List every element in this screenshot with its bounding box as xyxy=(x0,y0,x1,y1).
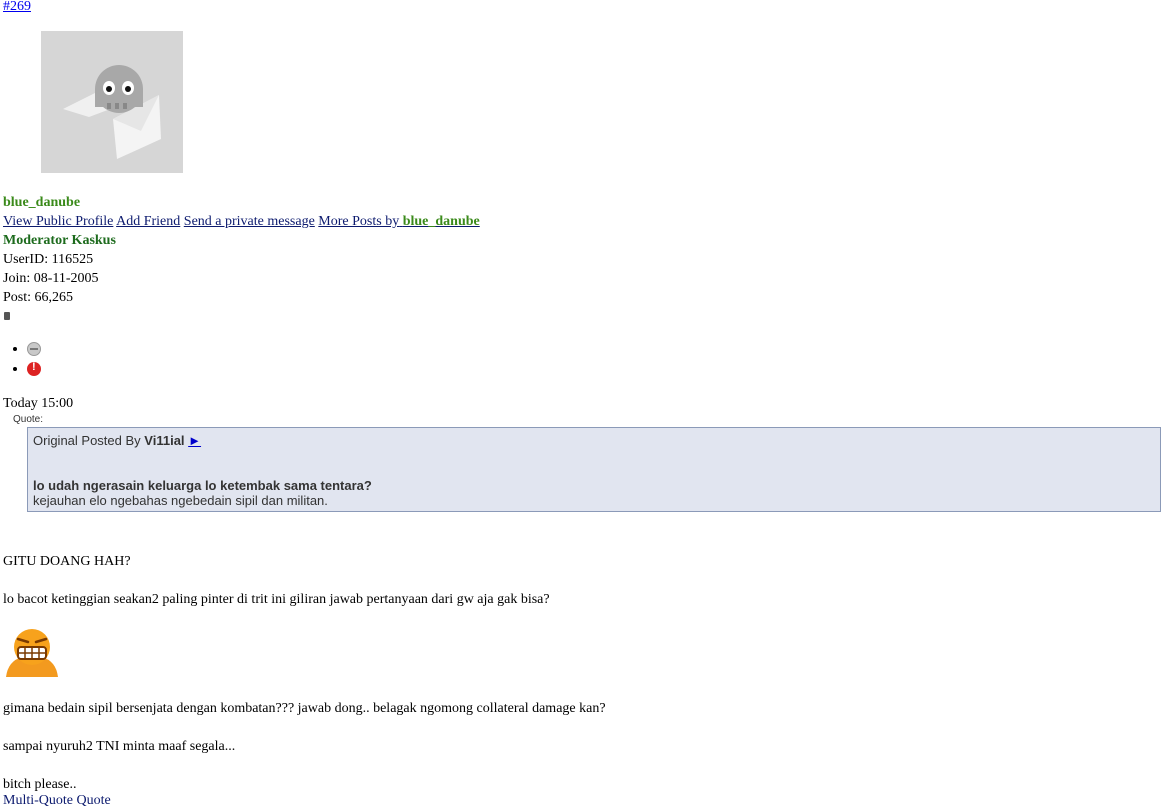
user-status-icons xyxy=(3,339,41,379)
user-links: View Public Profile Add Friend Send a pr… xyxy=(3,213,480,231)
grinning-smiley-icon xyxy=(4,627,60,677)
reputation-bar xyxy=(4,312,10,320)
join-date: Join: 08-11-2005 xyxy=(3,271,99,286)
quote-author: Vi11ial xyxy=(144,433,185,448)
quote-text: kejauhan elo ngebahas ngebedain sipil da… xyxy=(33,493,328,508)
post-body-line: lo bacot ketinggian seakan2 paling pinte… xyxy=(3,592,550,607)
user-role: Moderator Kaskus xyxy=(3,233,116,248)
quote-header: Original Posted By Vi11ial ► xyxy=(33,433,201,449)
more-posts-prefix: More Posts by xyxy=(318,214,400,229)
add-friend-link[interactable]: Add Friend xyxy=(116,214,180,229)
report-post-icon[interactable] xyxy=(27,361,41,376)
avatar[interactable] xyxy=(41,31,183,173)
post-count: Post: 66,265 xyxy=(3,290,74,305)
user-id: UserID: 116525 xyxy=(3,252,94,267)
post-number-link[interactable]: #269 xyxy=(3,0,31,16)
post-body-line: GITU DOANG HAH? xyxy=(3,554,131,569)
quote-bold-text: lo udah ngerasain keluarga lo ketembak s… xyxy=(33,478,372,493)
post-body-line: sampai nyuruh2 TNI minta maaf segala... xyxy=(3,739,236,754)
more-posts-username: blue_danube xyxy=(402,214,480,229)
list-item xyxy=(27,359,41,379)
multi-quote-links[interactable]: Multi-Quote Quote xyxy=(3,792,111,810)
more-posts-link[interactable]: More Posts by blue_danube xyxy=(318,214,479,229)
view-post-arrow-icon[interactable]: ► xyxy=(188,433,201,448)
send-pm-link[interactable]: Send a private message xyxy=(184,214,315,229)
quote-posted-by: Original Posted By xyxy=(33,433,141,448)
post-body-line: gimana bedain sipil bersenjata dengan ko… xyxy=(3,701,606,716)
quote-box: Original Posted By Vi11ial ► lo udah nge… xyxy=(27,427,1161,512)
username[interactable]: blue_danube xyxy=(3,194,80,212)
default-avatar-icon xyxy=(41,31,183,173)
offline-status-icon xyxy=(27,341,41,356)
list-item xyxy=(27,339,41,359)
view-profile-link[interactable]: View Public Profile xyxy=(3,214,113,229)
post-timestamp: Today 15:00 xyxy=(3,396,74,411)
quote-label: Quote: xyxy=(13,414,44,425)
